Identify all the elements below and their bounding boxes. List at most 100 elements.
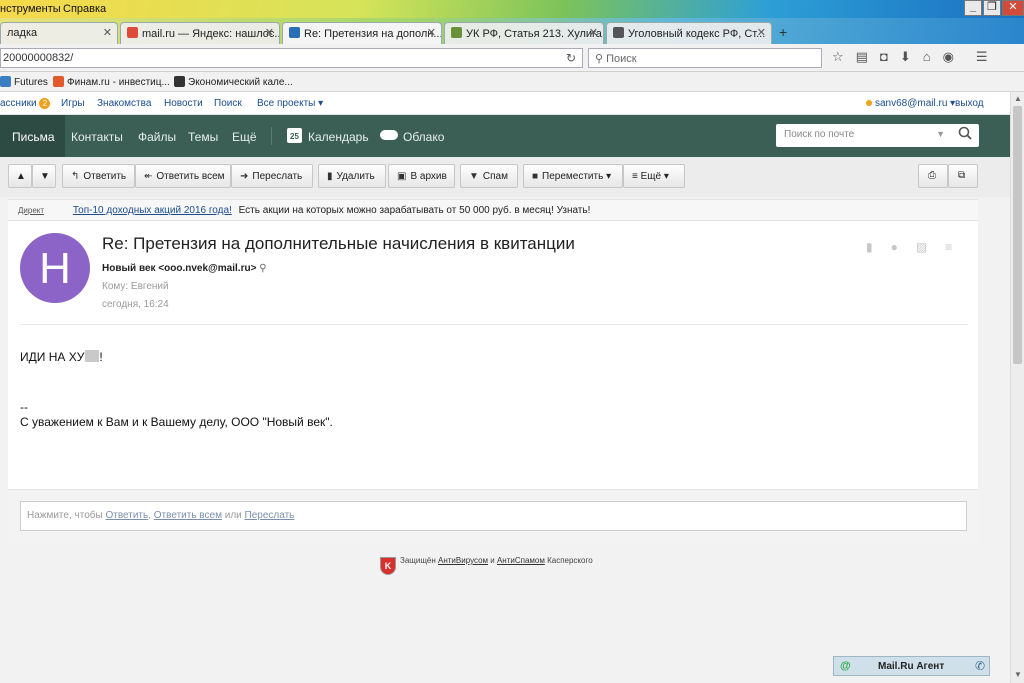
phone-icon[interactable]: ✆ xyxy=(975,659,985,673)
home-icon[interactable]: ⌂ xyxy=(923,49,931,65)
close-tab-icon[interactable]: ✕ xyxy=(265,26,274,39)
portal-bar: ассники 2 Игры Знакомства Новости Поиск … xyxy=(0,92,1010,115)
nav-more[interactable]: Ещё xyxy=(232,130,257,144)
reload-icon[interactable]: ↻ xyxy=(566,51,576,65)
url-field[interactable]: 20000000832/ ↻ xyxy=(0,48,583,68)
nav-themes[interactable]: Темы xyxy=(188,130,218,144)
tab-uk-rf[interactable]: УК РФ, Статья 213. Хулига... ✕ xyxy=(444,22,604,44)
menu-icon[interactable]: ☰ xyxy=(976,49,988,65)
notification-badge: 2 xyxy=(39,98,51,109)
bookmark-finam[interactable]: Финам.ru - инвестиц... xyxy=(53,76,170,88)
protected-text: Защищён xyxy=(400,556,436,565)
page-scrollbar[interactable]: ▲ ▼ xyxy=(1010,92,1024,683)
quick-reply-link[interactable]: Ответить xyxy=(105,510,148,521)
antispam-link[interactable]: АнтиСпамом xyxy=(497,556,545,565)
move-button[interactable]: ■ Переместить ▾ xyxy=(523,164,623,188)
archive-button[interactable]: ▣ В архив xyxy=(388,164,455,188)
menu-tools[interactable]: нструменты xyxy=(0,3,61,15)
star-icon[interactable]: ☆ xyxy=(832,49,844,65)
mailru-agent-widget[interactable]: @ Mail.Ru Агент ✆ xyxy=(833,656,990,676)
tab-mail[interactable]: Re: Претензия на дополн... ✕ xyxy=(282,22,442,44)
bookmark-icon xyxy=(53,76,64,87)
download-icon[interactable]: ⬇ xyxy=(900,49,911,65)
delete-button[interactable]: ▮ Удалить xyxy=(318,164,386,188)
spam-button[interactable]: ▼ Спам xyxy=(460,164,518,188)
minimize-icon[interactable]: _ xyxy=(964,0,982,16)
scroll-thumb[interactable] xyxy=(1013,106,1022,364)
tab-label: ладка xyxy=(7,27,38,39)
close-tab-icon[interactable]: ✕ xyxy=(757,26,766,39)
portal-link-all-projects[interactable]: Все проекты ▾ xyxy=(257,98,323,109)
search-sender-icon[interactable]: ⚲ xyxy=(259,263,266,274)
vendor-text: Касперского xyxy=(547,556,593,565)
portal-link-classmates[interactable]: ассники 2 xyxy=(0,98,51,109)
menu-help[interactable]: Справка xyxy=(63,3,106,15)
quick-forward-link[interactable]: Переслать xyxy=(245,510,295,521)
next-message-button[interactable]: ▼ xyxy=(32,164,56,188)
restore-icon[interactable]: ❐ xyxy=(983,0,1001,16)
message-actions: ▮ ● ▨ ≡ xyxy=(866,240,952,254)
portal-link-label: ассники xyxy=(0,98,37,109)
forward-button[interactable]: ➜ Переслать xyxy=(231,164,313,188)
antivirus-link[interactable]: АнтиВирусом xyxy=(438,556,488,565)
bookmark-calendar[interactable]: Экономический кале... xyxy=(174,76,293,88)
reply-button[interactable]: ↰ Ответить xyxy=(62,164,135,188)
pocket-icon[interactable]: ◘ xyxy=(880,49,888,65)
search-options-icon[interactable]: ▼ xyxy=(936,129,945,139)
ad-label[interactable]: Директ xyxy=(18,206,44,215)
previous-message-button[interactable]: ▲ xyxy=(8,164,32,188)
body-text-end: ! xyxy=(99,350,103,364)
scroll-down-icon[interactable]: ▼ xyxy=(1014,670,1022,679)
logout-link[interactable]: выход xyxy=(955,98,984,109)
nav-cloud[interactable]: Облако xyxy=(403,130,444,144)
reply-all-button[interactable]: ↞ Ответить всем xyxy=(135,164,231,188)
portal-link-news[interactable]: Новости xyxy=(164,98,203,109)
tab-strip: ладка ✕ mail.ru — Яндекс: нашлос... ✕ Re… xyxy=(0,18,1024,44)
bookmark-futures[interactable]: Futures xyxy=(0,76,48,88)
calendar-icon: 25 xyxy=(287,128,302,143)
reply-icon: ↰ xyxy=(71,171,80,182)
mail-icon xyxy=(289,27,300,38)
mail-search-input[interactable]: Поиск по почте ▼ xyxy=(776,124,979,147)
user-menu[interactable]: sanv68@mail.ru ▾ xyxy=(866,98,955,109)
ad-banner: Директ Топ-10 доходных акций 2016 года! … xyxy=(8,199,978,221)
tab-yandex[interactable]: mail.ru — Яндекс: нашлос... ✕ xyxy=(120,22,280,44)
quick-reply-input[interactable]: Нажмите, чтобы Ответить, Ответить всем и… xyxy=(20,501,967,531)
tab-label: Уголовный кодекс РФ, Ст... xyxy=(628,28,766,40)
image-icon[interactable]: ▨ xyxy=(916,240,927,254)
close-tab-icon[interactable]: ✕ xyxy=(589,26,598,39)
new-tab-button[interactable]: + xyxy=(779,24,787,40)
scroll-up-icon[interactable]: ▲ xyxy=(1014,94,1022,103)
quick-reply-all-link[interactable]: Ответить всем xyxy=(154,510,222,521)
nav-files[interactable]: Файлы xyxy=(138,130,176,144)
nav-contacts[interactable]: Контакты xyxy=(71,130,123,144)
reading-list-icon[interactable]: ▤ xyxy=(856,49,868,65)
arrow-down-icon: ▼ xyxy=(40,171,50,182)
close-tab-icon[interactable]: ✕ xyxy=(103,26,112,39)
browser-search-input[interactable]: ⚲ Поиск xyxy=(588,48,822,68)
move-label: Переместить ▾ xyxy=(542,171,612,182)
tab-bookmark[interactable]: ладка ✕ xyxy=(0,22,118,44)
message-body-line: ИДИ НА ХУ! xyxy=(20,350,103,364)
portal-link-dating[interactable]: Знакомства xyxy=(97,98,151,109)
bookmark-flag-icon[interactable]: ▮ xyxy=(866,240,873,254)
message-sender[interactable]: Новый век <ooo.nvek@mail.ru> ⚲ xyxy=(102,263,267,274)
nav-letters[interactable]: Письма xyxy=(0,115,65,157)
nav-divider xyxy=(271,127,272,145)
portal-link-search[interactable]: Поиск xyxy=(214,98,242,109)
nav-calendar[interactable]: Календарь xyxy=(308,130,369,144)
open-window-button[interactable]: ⧉ xyxy=(948,164,978,188)
addon-icon[interactable]: ◉ xyxy=(943,49,954,65)
print-button[interactable]: ⎙ xyxy=(918,164,948,188)
more-actions-button[interactable]: ≡ Ещё ▾ xyxy=(623,164,685,188)
unread-dot-icon[interactable]: ● xyxy=(891,240,898,254)
navigation-bar: 20000000832/ ↻ ⚲ Поиск ☆ ▤ ◘ ⬇ ⌂ ◉ ☰ xyxy=(0,44,1024,72)
close-tab-icon[interactable]: ✕ xyxy=(427,26,436,39)
close-icon[interactable]: ✕ xyxy=(1002,0,1024,16)
more-icon[interactable]: ≡ xyxy=(945,240,952,254)
portal-link-games[interactable]: Игры xyxy=(61,98,85,109)
reply-comma: , xyxy=(148,510,151,521)
search-icon[interactable] xyxy=(958,126,972,140)
tab-criminal-code[interactable]: Уголовный кодекс РФ, Ст... ✕ xyxy=(606,22,772,44)
ad-link[interactable]: Топ-10 доходных акций 2016 года! xyxy=(73,205,232,216)
